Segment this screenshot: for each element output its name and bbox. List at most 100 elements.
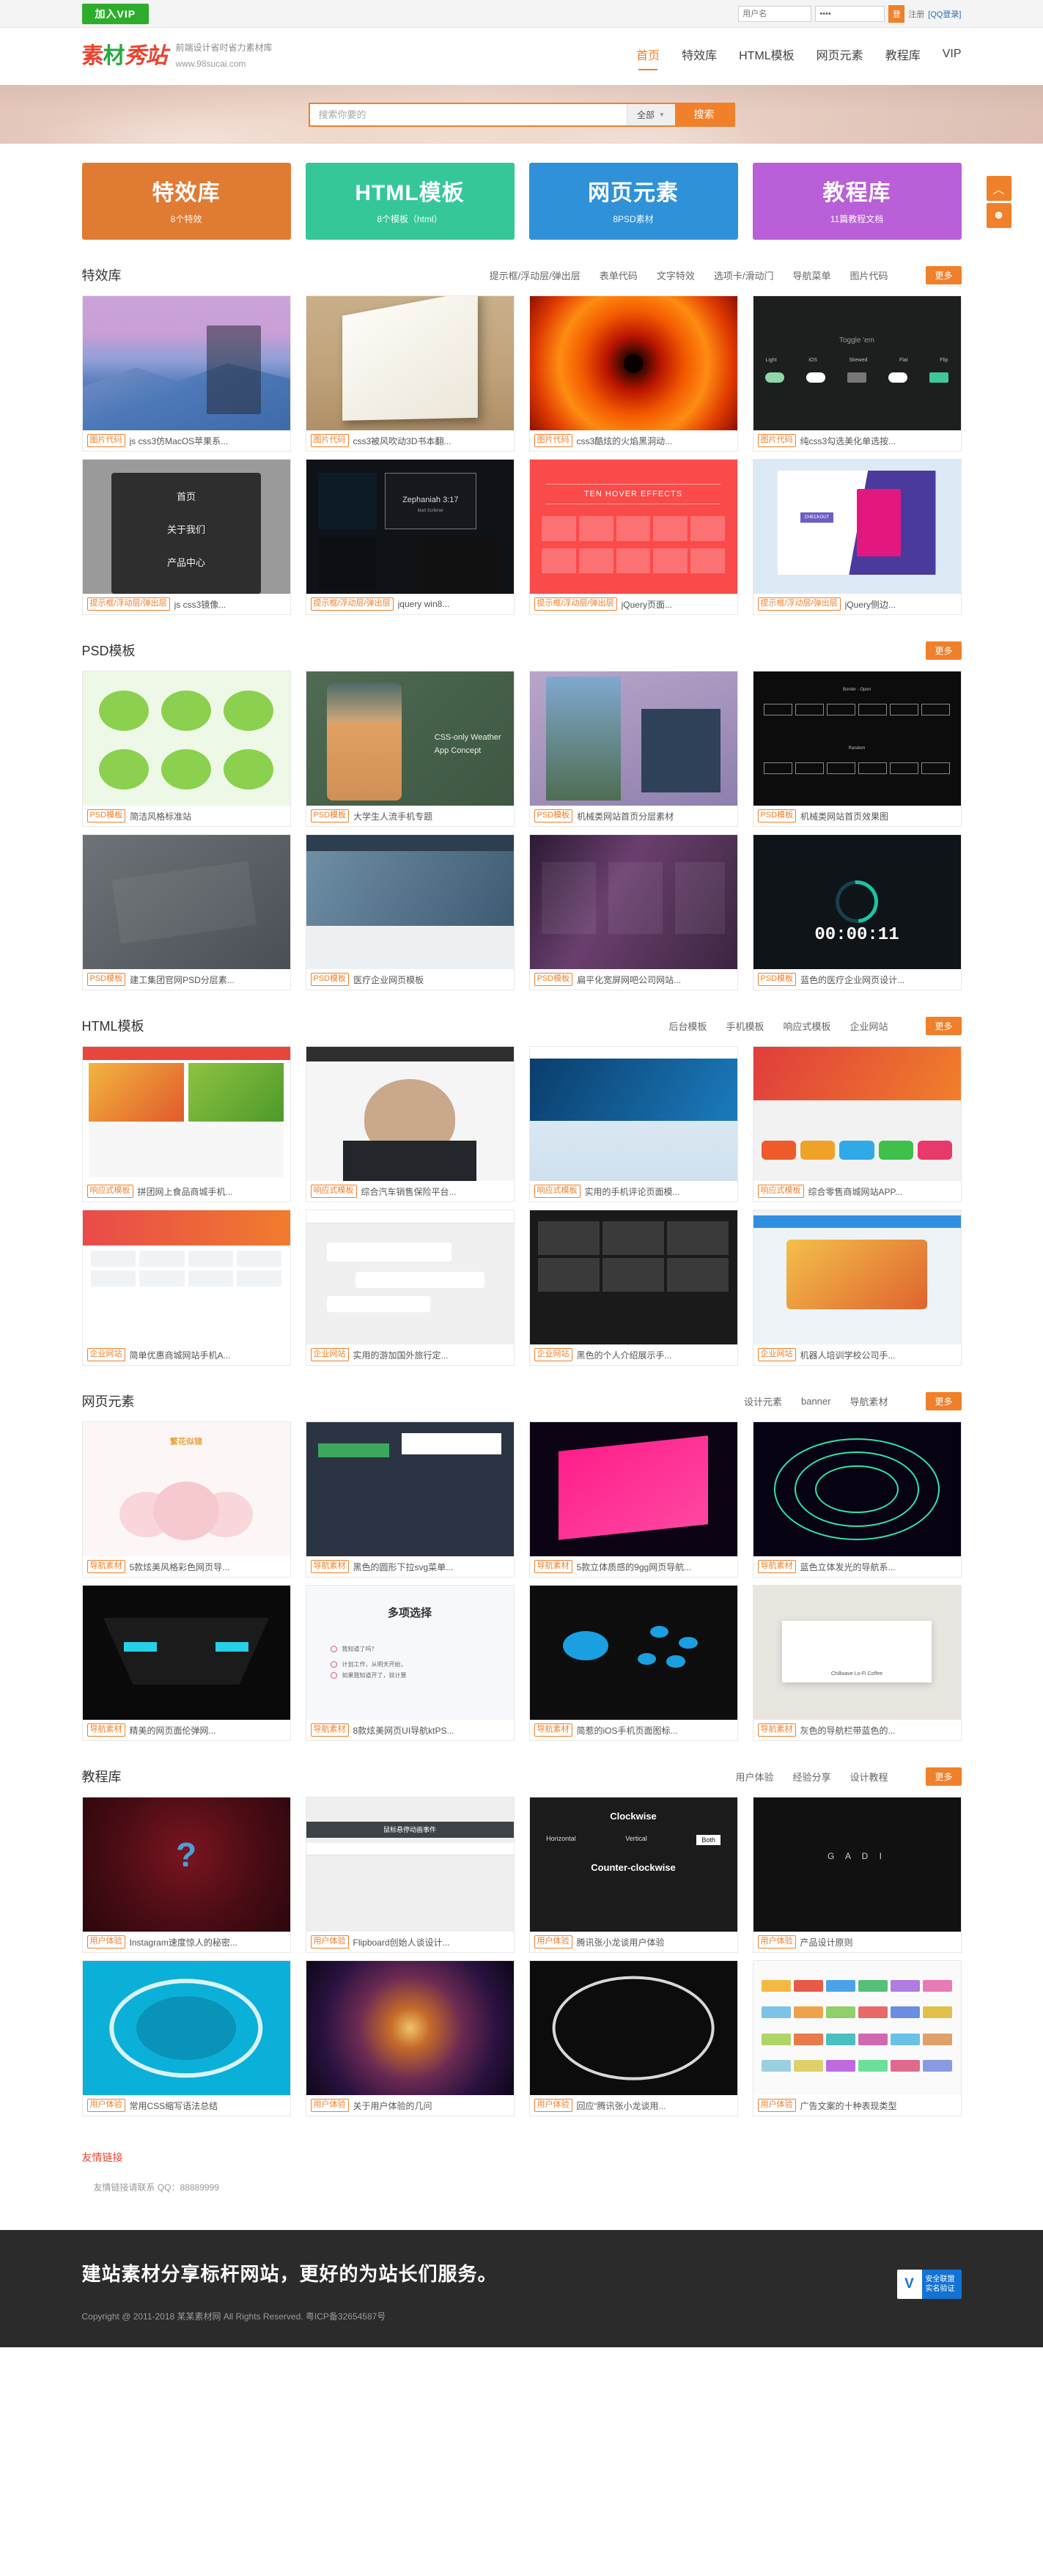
material-card[interactable]: 响应式模板 实用的手机评论页面模... xyxy=(528,1046,738,1202)
material-card[interactable]: Chillwave Lo-Fi Coffee 导航素材 灰色的导航栏带蓝色的..… xyxy=(752,1585,962,1741)
filter-link[interactable]: 导航菜单 xyxy=(792,268,830,282)
material-card[interactable]: PSD模板 建工集团官网PSD分层素... xyxy=(81,834,291,990)
card-title: 实用的游加国外旅行定... xyxy=(353,1350,449,1361)
logo-char-3: 秀站 xyxy=(124,43,168,69)
material-card[interactable]: 图片代码 css3酷炫的火焰黑洞动... xyxy=(528,295,738,452)
filter-link[interactable]: 设计教程 xyxy=(849,1770,888,1784)
material-card[interactable]: 企业网站 简单优惠商城网站手机A... xyxy=(81,1210,291,1366)
material-card[interactable]: 用户体验 常用CSS缩写语法总结 xyxy=(81,1960,291,2116)
filter-link[interactable]: 图片代码 xyxy=(849,268,888,282)
filter-link[interactable]: 用户体验 xyxy=(735,1770,773,1784)
nav-item-html-templates[interactable]: HTML模板 xyxy=(739,45,795,67)
material-card[interactable]: 企业网站 机器人培训学校公司手... xyxy=(752,1210,962,1366)
hero-banner: 全部 ▼ 搜索 xyxy=(0,85,1043,144)
filter-link[interactable]: 表单代码 xyxy=(600,268,638,282)
material-card[interactable]: 导航素材 精美的网页面伦弹网... xyxy=(81,1585,291,1741)
card-tag: PSD模板 xyxy=(310,973,350,986)
filter-link[interactable]: 文字特效 xyxy=(657,268,695,282)
search-scope-select[interactable]: 全部 ▼ xyxy=(626,103,675,125)
material-card[interactable]: 响应式模板 综合零售商城网站APP... xyxy=(752,1046,962,1202)
material-card[interactable]: Border - Open Random PSD模板 机械类网站首页效果图 xyxy=(752,671,962,827)
card-thumbnail: Chillwave Lo-Fi Coffee xyxy=(753,1586,961,1720)
more-button[interactable]: 更多 xyxy=(926,1767,962,1786)
material-card[interactable]: 企业网站 黑色的个人介绍展示手... xyxy=(528,1210,738,1366)
scroll-to-top-icon[interactable]: ︿ xyxy=(986,176,1011,201)
category-card-effects[interactable]: 特效库 8个特效 xyxy=(81,163,291,240)
search-button[interactable]: 搜索 xyxy=(674,103,734,125)
filter-link[interactable]: 后台模板 xyxy=(668,1019,707,1033)
material-card[interactable]: 企业网站 实用的游加国外旅行定... xyxy=(305,1210,515,1366)
logo[interactable]: 素材秀站 前端设计省时省力素材库 www.98sucai.com xyxy=(82,40,273,72)
material-card[interactable]: ? 用户体验 Instagram速度惊人的秘密... xyxy=(81,1797,291,1953)
more-button[interactable]: 更多 xyxy=(926,265,962,284)
qq-login-link[interactable]: [QQ登录] xyxy=(928,8,961,20)
more-button[interactable]: 更多 xyxy=(926,641,962,660)
material-card[interactable]: 响应式模板 综合汽车销售保险平台... xyxy=(305,1046,515,1202)
join-vip-button[interactable]: 加入VIP xyxy=(81,4,150,24)
filter-link[interactable]: 提示框/浮动层/弹出层 xyxy=(490,268,581,282)
section-title: 教程库 xyxy=(81,1770,122,1784)
material-card[interactable]: 多项选择 我知道了吗？ 计划工作，从明天开始， 如果我知道开了，就计算 导航素材… xyxy=(305,1585,515,1741)
material-card[interactable]: CSS-only Weather App Concept PSD模板 大学生人流手… xyxy=(305,671,515,827)
filter-link[interactable]: 手机模板 xyxy=(726,1019,764,1033)
card-tag: 响应式模板 xyxy=(534,1185,581,1198)
material-card[interactable]: 导航素材 5款立体质感的9gg网页导航... xyxy=(528,1421,738,1578)
material-card[interactable]: Zephaniah 3:17 Matt Scribner 提示框/浮动层/弹出层 … xyxy=(305,459,515,615)
material-card[interactable]: 繁花似锦 导航素材 5款炫美风格彩色网页导... xyxy=(81,1421,291,1578)
password-input[interactable] xyxy=(815,6,885,22)
security-seal-badge[interactable]: V 安全联盟 实名验证 xyxy=(896,2270,962,2299)
filter-link[interactable]: 导航素材 xyxy=(849,1394,888,1408)
nav-item-vip[interactable]: VIP xyxy=(943,48,962,65)
material-card[interactable]: 用户体验 回应“腾讯张小龙谈用... xyxy=(528,1960,738,2116)
card-tag: PSD模板 xyxy=(757,809,797,823)
material-card[interactable]: 图片代码 css3被风吹动3D书本翻... xyxy=(305,295,515,452)
category-card-html[interactable]: HTML模板 8个模板（html） xyxy=(305,163,515,240)
card-grid-row: ? 用户体验 Instagram速度惊人的秘密... 鼠标悬停动画事件 用户体验… xyxy=(81,1797,962,1953)
more-button[interactable]: 更多 xyxy=(926,1016,962,1035)
filter-link[interactable]: 选项卡/滑动门 xyxy=(714,268,774,282)
login-button[interactable]: 登 xyxy=(888,5,905,23)
nav-item-effects[interactable]: 特效库 xyxy=(682,45,717,67)
filter-link[interactable]: banner xyxy=(801,1396,830,1407)
page-content: ︿ ☻ 特效库 8个特效 HTML模板 8个模板（html） 网页元素 8PSD… xyxy=(81,163,1011,2214)
filter-link[interactable]: 经验分享 xyxy=(792,1770,830,1784)
material-card[interactable]: 鼠标悬停动画事件 用户体验 Flipboard创始人谈设计... xyxy=(305,1797,515,1953)
nav-item-web-elements[interactable]: 网页元素 xyxy=(817,45,863,67)
category-card-tutorials[interactable]: 教程库 11篇教程文档 xyxy=(752,163,962,240)
material-card[interactable]: G A D I 用户体验 产品设计原则 xyxy=(752,1797,962,1953)
material-card[interactable]: 用户体验 关于用户体验的几问 xyxy=(305,1960,515,2116)
category-card-elements[interactable]: 网页元素 8PSD素材 xyxy=(528,163,738,240)
nav-item-tutorials[interactable]: 教程库 xyxy=(885,45,921,67)
nav-item-home[interactable]: 首页 xyxy=(636,45,660,67)
material-card[interactable]: 响应式模板 拼团网上食品商城手机... xyxy=(81,1046,291,1202)
filter-link[interactable]: 响应式模板 xyxy=(783,1019,830,1033)
section-filters: 后台模板 手机模板 响应式模板 企业网站 更多 xyxy=(668,1016,962,1035)
material-card[interactable]: PSD模板 医疗企业网页模板 xyxy=(305,834,515,990)
material-card[interactable]: TEN HOVER EFFECTS 提示框/浮动层/弹出层 jQuery页面..… xyxy=(528,459,738,615)
material-card[interactable]: 图片代码 js css3仿MacOS苹果系... xyxy=(81,295,291,452)
material-card[interactable]: PSD模板 机械类网站首页分层素材 xyxy=(528,671,738,827)
filter-link[interactable]: 企业网站 xyxy=(849,1019,888,1033)
material-card[interactable]: PSD模板 简洁风格标准站 xyxy=(81,671,291,827)
register-link[interactable]: 注册 xyxy=(908,8,924,20)
card-thumbnail xyxy=(306,1961,514,2095)
site-url: www.98sucai.com xyxy=(175,59,246,69)
material-card[interactable]: Clockwise Horizontal Vertical Both Counter… xyxy=(528,1797,738,1953)
section-tutorials: 教程库 用户体验 经验分享 设计教程 更多 ? 用户体验 Instagram速度… xyxy=(81,1763,962,2116)
material-card[interactable]: PSD模板 扁平化宽屏网吧公司网站... xyxy=(528,834,738,990)
search-input[interactable] xyxy=(309,103,627,125)
material-card[interactable]: CHECKOUT 提示框/浮动层/弹出层 jQuery侧边... xyxy=(752,459,962,615)
material-card[interactable]: 用户体验 广告文案的十种表现类型 xyxy=(752,1960,962,2116)
contact-user-icon[interactable]: ☻ xyxy=(986,203,1011,228)
material-card[interactable]: 00:00:11 PSD模板 蓝色的医疗企业网页设计... xyxy=(752,834,962,990)
more-button[interactable]: 更多 xyxy=(926,1391,962,1410)
material-card[interactable]: Toggle 'em Light iOS Skewed Flat Flip 图片代码 纯… xyxy=(752,295,962,452)
filter-link[interactable]: 设计元素 xyxy=(744,1394,782,1408)
material-card[interactable]: 导航素材 蓝色立体发光的导航系... xyxy=(752,1421,962,1578)
material-card[interactable]: 首页 关于我们 产品中心 提示框/浮动层/弹出层 js css3镜像... xyxy=(81,459,291,615)
card-thumbnail xyxy=(529,1047,737,1181)
material-card[interactable]: 导航素材 黑色的圆形下拉svg菜单... xyxy=(305,1421,515,1578)
card-thumbnail xyxy=(529,296,737,430)
username-input[interactable] xyxy=(738,6,812,22)
material-card[interactable]: 导航素材 简惹的iOS手机页面图标... xyxy=(528,1585,738,1741)
